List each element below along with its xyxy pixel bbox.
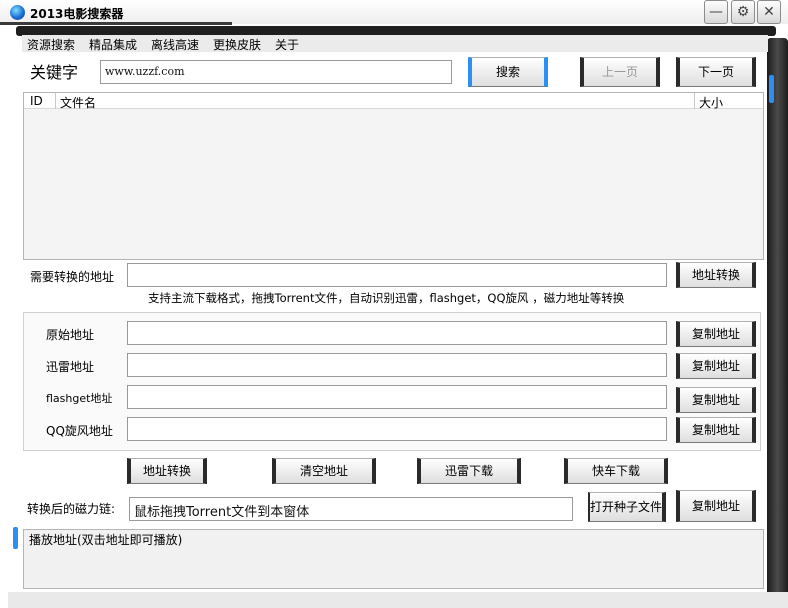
convert-label: 需要转换的地址 (30, 270, 115, 284)
play-list-header: 播放地址(双击地址即可播放) (29, 533, 183, 547)
search-button[interactable]: 搜索 (468, 57, 548, 87)
column-id[interactable]: ID (30, 94, 43, 108)
copy-original-button[interactable]: 复制地址 (676, 321, 756, 347)
column-filename[interactable]: 文件名 (60, 94, 96, 111)
column-divider (694, 93, 695, 109)
frame-accent-left (13, 527, 18, 549)
qq-address-label: QQ旋风地址 (46, 424, 113, 438)
copy-flashget-button[interactable]: 复制地址 (676, 387, 756, 413)
thunder-download-button[interactable]: 迅雷下载 (417, 458, 521, 484)
thunder-address-label: 迅雷地址 (46, 360, 95, 374)
menu-offline[interactable]: 离线高速 (151, 36, 199, 53)
keyword-label: 关键字 (30, 63, 79, 82)
express-download-button[interactable]: 快车下载 (564, 458, 668, 484)
magnet-label: 转换后的磁力链: (27, 502, 116, 516)
menu-change-skin[interactable]: 更换皮肤 (213, 36, 261, 53)
window-title: 2013电影搜索器 (30, 7, 124, 21)
copy-magnet-button[interactable]: 复制地址 (676, 490, 756, 522)
magnet-input[interactable]: 鼠标拖拽Torrent文件到本窗体 (129, 497, 573, 521)
qq-address-field[interactable] (127, 417, 667, 441)
results-list[interactable] (23, 92, 764, 260)
results-header (24, 93, 763, 109)
frame-right (767, 38, 788, 598)
convert-hint: 支持主流下载格式，拖拽Torrent文件，自动识别迅雷，flashget，QQ旋… (148, 291, 625, 305)
column-size[interactable]: 大小 (699, 94, 723, 111)
copy-qq-button[interactable]: 复制地址 (676, 417, 756, 443)
keyword-value: www.uzzf.com (105, 65, 185, 78)
menu-featured[interactable]: 精品集成 (89, 36, 137, 53)
convert-button[interactable]: 地址转换 (676, 262, 756, 288)
menu-about[interactable]: 关于 (275, 36, 299, 53)
column-divider (55, 93, 56, 109)
minimize-button[interactable]: — (704, 0, 728, 24)
convert-input[interactable] (127, 263, 667, 287)
app-window: 2013电影搜索器 — ⚙ ✕ 资源搜索 精品集成 离线高速 更换皮肤 关于 关… (0, 0, 788, 608)
flashget-address-field[interactable] (127, 385, 667, 409)
settings-button[interactable]: ⚙ (731, 0, 755, 24)
menu-resource-search[interactable]: 资源搜索 (27, 36, 75, 53)
convert-action-button[interactable]: 地址转换 (127, 458, 207, 484)
copy-thunder-button[interactable]: 复制地址 (676, 353, 756, 379)
clear-address-button[interactable]: 清空地址 (272, 458, 376, 484)
original-address-field[interactable] (127, 321, 667, 345)
frame-bottom (8, 592, 788, 608)
prev-page-button[interactable]: 上一页 (580, 57, 660, 87)
thunder-address-field[interactable] (127, 353, 667, 377)
frame-accent (769, 75, 774, 103)
close-icon: ✕ (763, 4, 775, 20)
magnet-value: 鼠标拖拽Torrent文件到本窗体 (134, 505, 310, 520)
original-address-label: 原始地址 (46, 328, 95, 342)
gear-icon: ⚙ (736, 4, 750, 20)
next-page-button[interactable]: 下一页 (676, 57, 756, 87)
open-torrent-button[interactable]: 打开种子文件 (588, 492, 666, 522)
keyword-input[interactable]: www.uzzf.com (100, 60, 452, 84)
title-divider (0, 22, 232, 25)
app-globe-icon (10, 5, 25, 20)
close-button[interactable]: ✕ (757, 0, 781, 24)
flashget-address-label: flashget地址 (46, 392, 113, 405)
minimize-icon: — (709, 4, 723, 20)
